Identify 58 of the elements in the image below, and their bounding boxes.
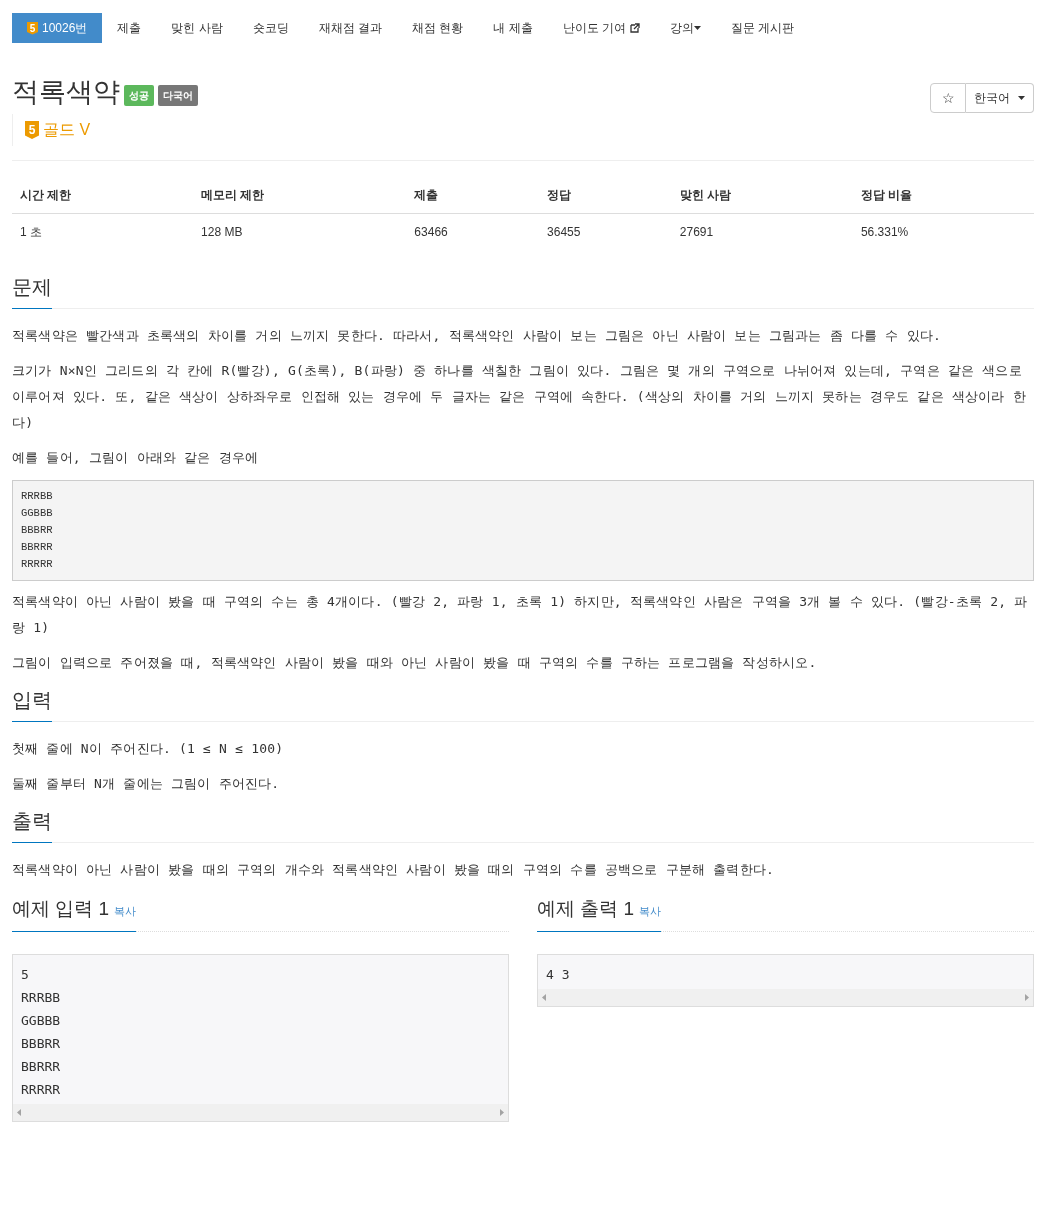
nav-tab[interactable]: 숏코딩 bbox=[237, 13, 304, 43]
problem-paragraph: 첫째 줄에 N이 주어진다. (1 ≤ N ≤ 100) bbox=[12, 740, 285, 758]
problem-paragraph: 그림이 입력으로 주어졌을 때, 적록색약인 사람이 봤을 때와 아닌 사람이 봤을 때 구역의 수를 구하는 프로그램을 작성하시오. bbox=[12, 654, 818, 672]
right-arrow-icon[interactable] bbox=[500, 1108, 504, 1116]
column-header: 메모리 제한 bbox=[193, 177, 407, 214]
scrollbar[interactable] bbox=[13, 1103, 508, 1121]
language-dropdown[interactable]: 한국어 bbox=[966, 83, 1034, 113]
table-cell: 128 MB bbox=[193, 213, 407, 250]
left-arrow-icon[interactable] bbox=[17, 1108, 21, 1116]
right-arrow-icon[interactable] bbox=[1025, 993, 1029, 1001]
copy-link[interactable]: 복사 bbox=[114, 903, 137, 920]
section-heading: 입력 bbox=[12, 685, 52, 722]
section-heading: 문제 bbox=[12, 272, 52, 309]
tier-label: 골드 V bbox=[43, 120, 91, 140]
problem-paragraph: 적록색약이 아닌 사람이 봤을 때의 구역의 개수와 적록색약인 사람이 봤을 때의 구역의 수를 공백으로 구분해 출력한다. bbox=[12, 861, 776, 879]
nav-tab[interactable]: 5 10026번 bbox=[12, 13, 103, 43]
nav-label: 10026번 bbox=[42, 20, 88, 37]
nav-tab[interactable]: 맞힌 사람 bbox=[156, 13, 238, 43]
section-heading: 출력 bbox=[12, 806, 52, 843]
sample-text: 4 3 bbox=[545, 965, 571, 984]
problem-paragraph: 크기가 N×N인 그리드의 각 칸에 R(빨강), G(초록), B(파랑) 중 하나를 색칠한 그림이 있다. 그림은 몇 개의 구역으로 나뉘어져 있는데, 구역은 같은 색으로 이루어져 있다. 또, 같은 색상이 상하좌우로 인접해 있는 경우에 두 글자는 같은 구역에 속한다. (색상의 차이를 거의 느끼지 못하는 경우도 같은 색상이라 한다) bbox=[12, 362, 1027, 432]
nav-tab[interactable]: 내 제출 bbox=[478, 13, 548, 43]
table-cell: 27691 bbox=[671, 213, 853, 250]
sample-heading: 예제 출력 1 bbox=[537, 897, 635, 921]
column-header: 맞힌 사람 bbox=[671, 177, 853, 214]
copy-link[interactable]: 복사 bbox=[639, 903, 662, 920]
nav-tab[interactable]: 질문 게시판 bbox=[716, 13, 810, 43]
table-cell: 36455 bbox=[539, 213, 672, 250]
nav-tab[interactable]: 채점 현황 bbox=[397, 13, 479, 43]
tier-icon: 5 bbox=[27, 21, 38, 35]
tier-icon: 5 bbox=[25, 121, 39, 139]
problem-paragraph: 적록색약이 아닌 사람이 봤을 때 구역의 수는 총 4개이다. (빨강 2, 파랑 1, 초록 1) 하지만, 적록색약인 사람은 구역을 3개 볼 수 있다. (빨강-초록 2, 파랑 1) bbox=[12, 593, 1029, 637]
column-header: 시간 제한 bbox=[12, 177, 194, 214]
table-cell: 1 초 bbox=[12, 213, 194, 250]
column-header: 정답 bbox=[539, 177, 672, 214]
left-arrow-icon[interactable] bbox=[542, 993, 546, 1001]
status-badge: 성공 bbox=[124, 85, 154, 106]
nav-tab[interactable]: 재채점 결과 bbox=[303, 13, 398, 43]
scrollbar[interactable] bbox=[538, 988, 1033, 1006]
status-badge: 다국어 bbox=[158, 85, 198, 106]
problem-title: 적록색약 bbox=[12, 79, 120, 106]
problem-paragraph: 둘째 줄부터 N개 줄에는 그림이 주어진다. bbox=[12, 775, 281, 793]
nav-tab[interactable]: 강의 bbox=[655, 13, 717, 43]
caret-icon bbox=[694, 26, 702, 30]
table-cell: 63466 bbox=[406, 213, 540, 250]
table-cell: 56.331% bbox=[852, 213, 1034, 250]
nav-tab[interactable]: 난이도 기여 bbox=[547, 13, 656, 43]
problem-paragraph: 적록색약은 빨간색과 초록색의 차이를 거의 느끼지 못한다. 따라서, 적록색약인 사람이 보는 그림은 아닌 사람이 보는 그림과는 좀 다를 수 있다. bbox=[12, 327, 942, 345]
code-block: RRRBB GGBBB BBBRR BBRRR RRRRR bbox=[12, 480, 1034, 581]
external-link-icon bbox=[630, 23, 641, 33]
problem-paragraph: 예를 들어, 그림이 아래와 같은 경우에 bbox=[12, 449, 260, 467]
column-header: 정답 비율 bbox=[852, 177, 1034, 214]
nav-tab[interactable]: 제출 bbox=[102, 13, 157, 43]
sample-text: 5 RRRBB GGBBB BBBRR BBRRR RRRRR bbox=[20, 965, 62, 1099]
sample-heading: 예제 입력 1 bbox=[12, 897, 110, 921]
column-header: 제출 bbox=[406, 177, 540, 214]
star-button[interactable]: ☆ bbox=[930, 83, 966, 113]
caret-icon bbox=[1018, 96, 1025, 100]
